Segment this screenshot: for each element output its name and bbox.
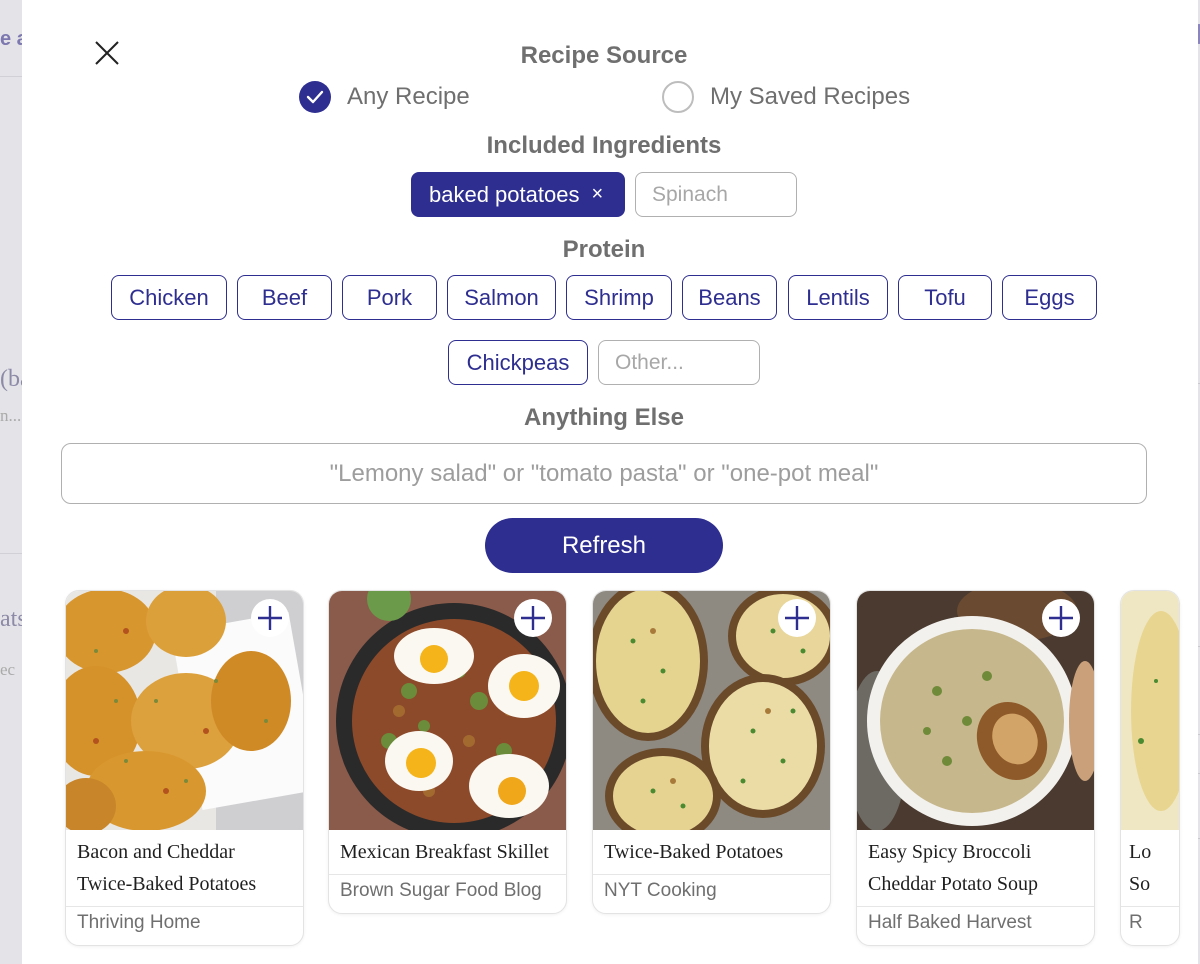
recipe-filter-modal: Recipe Source Any Recipe My Saved Recipe…: [22, 0, 1198, 964]
recipe-source: Half Baked Harvest: [868, 912, 1032, 933]
radio-my-saved-recipes[interactable]: My Saved Recipes: [662, 81, 910, 113]
recipe-image: [593, 591, 830, 830]
recipe-image: [329, 591, 566, 830]
radio-label: My Saved Recipes: [710, 83, 911, 110]
recipe-title: Easy Spicy Broccoli Cheddar Potato Soup: [857, 830, 1094, 907]
protein-chip-salmon[interactable]: Salmon: [447, 275, 556, 320]
recipe-title-line: Lo: [1129, 841, 1152, 863]
recipe-card[interactable]: Bacon and Cheddar Twice-Baked Potatoes T…: [65, 590, 304, 946]
add-recipe-button[interactable]: [514, 599, 552, 637]
recipe-source: Brown Sugar Food Blog: [340, 880, 542, 901]
anything-else-input[interactable]: [61, 443, 1147, 504]
protein-chip-lentils[interactable]: Lentils: [788, 275, 888, 320]
refresh-button[interactable]: Refresh: [485, 518, 723, 573]
recipe-card[interactable]: Twice-Baked Potatoes NYT Cooking: [592, 590, 831, 914]
recipe-image: [857, 591, 1094, 830]
recipe-title: Lo So: [1121, 830, 1179, 907]
recipe-title-line: So: [1129, 873, 1151, 895]
chip-label: baked potatoes: [429, 181, 580, 207]
background-divider: [0, 76, 22, 77]
recipe-image: [66, 591, 303, 830]
recipe-source-title: Recipe Source: [520, 42, 688, 69]
radio-label: Any Recipe: [347, 83, 470, 110]
radio-empty-icon: [662, 81, 694, 113]
protein-chip-chickpeas[interactable]: Chickpeas: [448, 340, 588, 385]
protein-chip-beef[interactable]: Beef: [237, 275, 332, 320]
protein-title: Protein: [562, 236, 646, 263]
protein-chip-chicken[interactable]: Chicken: [111, 275, 227, 320]
ingredient-chip-baked-potatoes[interactable]: baked potatoes ×: [411, 172, 625, 217]
protein-chip-beans[interactable]: Beans: [682, 275, 777, 320]
recipe-title: Twice-Baked Potatoes: [593, 830, 830, 875]
recipe-title: Mexican Breakfast Skillet: [329, 830, 566, 875]
background-divider: [0, 553, 22, 554]
add-recipe-button[interactable]: [1042, 599, 1080, 637]
plus-icon: [1049, 606, 1073, 630]
background-text: n...: [0, 406, 22, 425]
recipe-title: Bacon and Cheddar Twice-Baked Potatoes: [66, 830, 303, 907]
recipe-card[interactable]: Mexican Breakfast Skillet Brown Sugar Fo…: [328, 590, 567, 914]
plus-icon: [785, 606, 809, 630]
recipe-card-partial[interactable]: Lo So R: [1120, 590, 1180, 946]
recipe-source: Thriving Home: [77, 912, 201, 933]
included-ingredients-title: Included Ingredients: [486, 132, 722, 159]
add-recipe-button[interactable]: [251, 599, 289, 637]
recipe-source: R: [1129, 912, 1143, 933]
add-recipe-button[interactable]: [778, 599, 816, 637]
recipe-card[interactable]: Easy Spicy Broccoli Cheddar Potato Soup …: [856, 590, 1095, 946]
anything-else-title: Anything Else: [523, 404, 685, 431]
plus-icon: [258, 606, 282, 630]
recipe-photo-partial: [1121, 591, 1179, 830]
recipe-source: NYT Cooking: [604, 880, 717, 901]
remove-icon[interactable]: ×: [591, 183, 603, 206]
protein-chip-eggs[interactable]: Eggs: [1002, 275, 1097, 320]
protein-other-input[interactable]: [598, 340, 760, 385]
plus-icon: [521, 606, 545, 630]
ingredient-input[interactable]: [635, 172, 797, 217]
radio-any-recipe[interactable]: Any Recipe: [299, 81, 470, 113]
protein-chip-tofu[interactable]: Tofu: [898, 275, 992, 320]
checkmark-icon: [299, 81, 331, 113]
protein-chip-pork[interactable]: Pork: [342, 275, 437, 320]
protein-chip-shrimp[interactable]: Shrimp: [566, 275, 672, 320]
recipe-image: [1121, 591, 1179, 830]
background-text: ec: [0, 660, 16, 679]
